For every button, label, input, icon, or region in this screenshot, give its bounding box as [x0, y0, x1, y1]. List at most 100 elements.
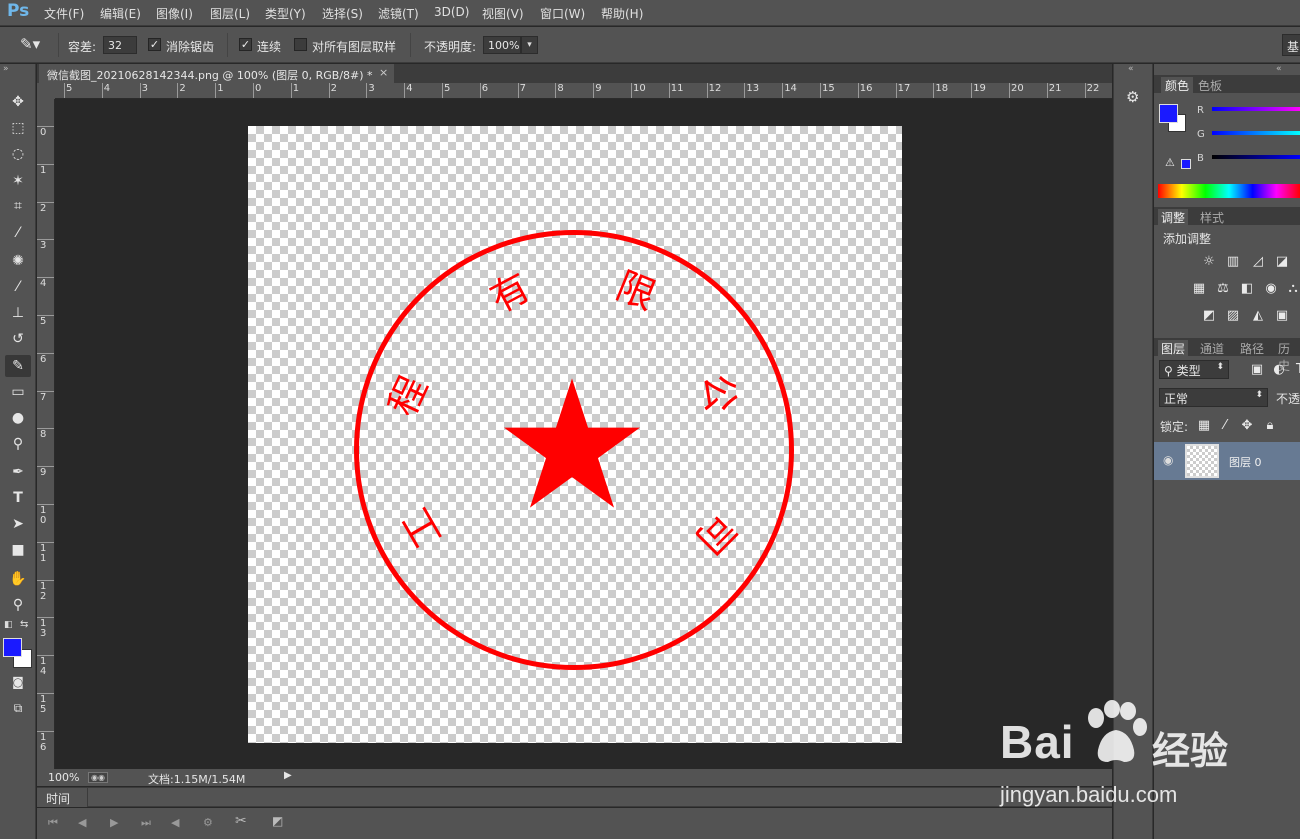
workspace-button[interactable]: 基: [1282, 34, 1300, 56]
web-safe-color-swatch[interactable]: [1181, 159, 1191, 169]
color-balance-icon[interactable]: ⚖: [1215, 282, 1231, 296]
red-slider[interactable]: [1212, 107, 1300, 111]
collapse-arrows-icon[interactable]: «: [1128, 64, 1134, 74]
filter-adjustment-icon[interactable]: ◐: [1271, 363, 1287, 377]
tolerance-input[interactable]: 32: [103, 36, 137, 54]
first-frame-icon[interactable]: ⏮: [48, 816, 58, 830]
green-slider[interactable]: [1212, 131, 1300, 135]
move-tool-icon[interactable]: ✥: [5, 91, 31, 113]
tab-layers[interactable]: 图层: [1158, 340, 1189, 356]
menu-image[interactable]: 图像(I): [156, 5, 193, 22]
zoom-tool-icon[interactable]: ⚲: [5, 594, 31, 616]
color-spectrum-bar[interactable]: [1158, 184, 1300, 198]
hand-tool-icon[interactable]: ✋: [5, 568, 31, 590]
menu-view[interactable]: 视图(V): [482, 5, 524, 22]
tab-adjustments[interactable]: 调整: [1158, 209, 1189, 225]
levels-icon[interactable]: ▥: [1225, 255, 1241, 269]
menu-window[interactable]: 窗口(W): [540, 5, 585, 22]
document-tab[interactable]: 微信截图_20210628142344.png @ 100% (图层 0, RG…: [39, 64, 394, 83]
quick-mask-icon[interactable]: ◙: [5, 671, 31, 693]
brightness-icon[interactable]: ☼: [1201, 255, 1217, 269]
vibrance-icon[interactable]: ▦: [1191, 282, 1207, 296]
lock-pixels-icon[interactable]: ⁄: [1217, 419, 1233, 433]
gradient-map-icon[interactable]: ▣: [1274, 309, 1290, 323]
path-selection-tool-icon[interactable]: ➤: [5, 513, 31, 535]
gradient-tool-icon[interactable]: ▭: [5, 381, 31, 403]
swap-colors-icon[interactable]: ⇆: [20, 619, 28, 630]
menu-file[interactable]: 文件(F): [44, 5, 84, 22]
next-frame-icon[interactable]: ⏭: [141, 816, 151, 830]
type-tool-icon[interactable]: T: [5, 487, 31, 509]
foreground-color-swatch[interactable]: [3, 638, 22, 657]
opacity-input[interactable]: 100%: [483, 36, 521, 54]
layer-filter-select[interactable]: ⚲ 类型 ⬍: [1159, 360, 1229, 379]
menu-type[interactable]: 类型(Y): [265, 5, 306, 22]
lock-all-icon[interactable]: 🔒︎: [1262, 419, 1278, 433]
tab-paths[interactable]: 路径: [1240, 340, 1264, 357]
history-brush-tool-icon[interactable]: ↺: [5, 328, 31, 350]
dodge-tool-icon[interactable]: ⚲: [5, 433, 31, 455]
zoom-level[interactable]: 100%: [48, 771, 79, 784]
play-icon[interactable]: ▶: [110, 816, 118, 829]
filter-type-icon[interactable]: T: [1292, 363, 1300, 377]
menu-layer[interactable]: 图层(L): [210, 5, 250, 22]
settings-gear-icon[interactable]: ⚙: [203, 816, 213, 829]
pen-tool-icon[interactable]: ✒: [5, 461, 31, 483]
marquee-tool-icon[interactable]: ⬚: [5, 117, 31, 139]
magic-eraser-tool-icon[interactable]: ✎: [5, 355, 31, 377]
crop-tool-icon[interactable]: ⌗: [5, 195, 31, 217]
soft-proof-icon[interactable]: ◉◉: [88, 772, 108, 783]
posterize-icon[interactable]: ▨: [1225, 309, 1241, 323]
default-colors-icon[interactable]: ◧: [4, 620, 13, 630]
canvas-area[interactable]: 有 限 公 司 程 工: [55, 100, 1112, 769]
eyedropper-tool-icon[interactable]: ⁄: [5, 222, 31, 244]
menu-3d[interactable]: 3D(D): [434, 5, 469, 19]
tab-styles[interactable]: 样式: [1200, 209, 1224, 226]
status-menu-arrow-icon[interactable]: ▶: [284, 770, 292, 781]
previous-frame-icon[interactable]: ◀: [78, 816, 86, 829]
invert-icon[interactable]: ◩: [1201, 309, 1217, 323]
curves-icon[interactable]: ◿: [1250, 255, 1266, 269]
clone-stamp-tool-icon[interactable]: ⊥: [5, 302, 31, 324]
menu-filter[interactable]: 滤镜(T): [378, 5, 419, 22]
tab-channels[interactable]: 通道: [1200, 340, 1224, 357]
gamut-warning-icon[interactable]: ⚠: [1165, 156, 1175, 169]
menu-select[interactable]: 选择(S): [322, 5, 363, 22]
black-white-icon[interactable]: ◧: [1239, 282, 1255, 296]
tab-swatches[interactable]: 色板: [1198, 77, 1222, 94]
threshold-icon[interactable]: ◭: [1250, 309, 1266, 323]
lock-position-icon[interactable]: ✥: [1239, 419, 1255, 433]
timeline-tab[interactable]: 时间轴: [37, 788, 88, 823]
blend-mode-select[interactable]: 正常 ⬍: [1159, 388, 1268, 407]
lasso-tool-icon[interactable]: ◌: [5, 143, 31, 165]
transition-icon[interactable]: ◩: [272, 814, 283, 828]
all-layers-checkbox[interactable]: [294, 38, 307, 51]
menu-help[interactable]: 帮助(H): [601, 5, 643, 22]
antialias-checkbox[interactable]: ✓: [148, 38, 161, 51]
blue-slider[interactable]: [1212, 155, 1300, 159]
healing-brush-tool-icon[interactable]: ✺: [5, 250, 31, 272]
magic-wand-tool-icon[interactable]: ✶: [5, 170, 31, 192]
photo-filter-icon[interactable]: ◉: [1263, 282, 1279, 296]
brush-tool-icon[interactable]: ⁄: [5, 276, 31, 298]
blur-tool-icon[interactable]: ●: [5, 407, 31, 429]
filter-pixel-icon[interactable]: ▣: [1249, 363, 1265, 377]
close-tab-icon[interactable]: ×: [379, 66, 388, 79]
exposure-icon[interactable]: ◪: [1274, 255, 1290, 269]
collapse-arrows-icon[interactable]: »: [3, 64, 9, 74]
rectangle-tool-icon[interactable]: ■: [5, 539, 31, 561]
screen-mode-icon[interactable]: ⧉: [5, 697, 31, 719]
contiguous-checkbox[interactable]: ✓: [239, 38, 252, 51]
document-canvas[interactable]: 有 限 公 司 程 工: [248, 126, 902, 743]
panel-foreground-swatch[interactable]: [1159, 104, 1178, 123]
eye-visibility-icon[interactable]: ◉: [1163, 453, 1173, 467]
tab-color[interactable]: 颜色: [1161, 77, 1194, 93]
opacity-dropdown-arrow-icon[interactable]: ▾: [521, 36, 538, 54]
lock-transparent-icon[interactable]: ▦: [1196, 419, 1212, 433]
properties-panel-icon[interactable]: ⚙: [1126, 88, 1139, 106]
channel-mixer-icon[interactable]: ⛬: [1285, 282, 1300, 296]
split-scissors-icon[interactable]: ✂: [235, 813, 247, 829]
menu-edit[interactable]: 编辑(E): [100, 5, 141, 22]
magic-eraser-tool-preset-icon[interactable]: ✎▾: [20, 35, 40, 53]
layer-row[interactable]: ◉ 图层 0: [1154, 442, 1300, 480]
